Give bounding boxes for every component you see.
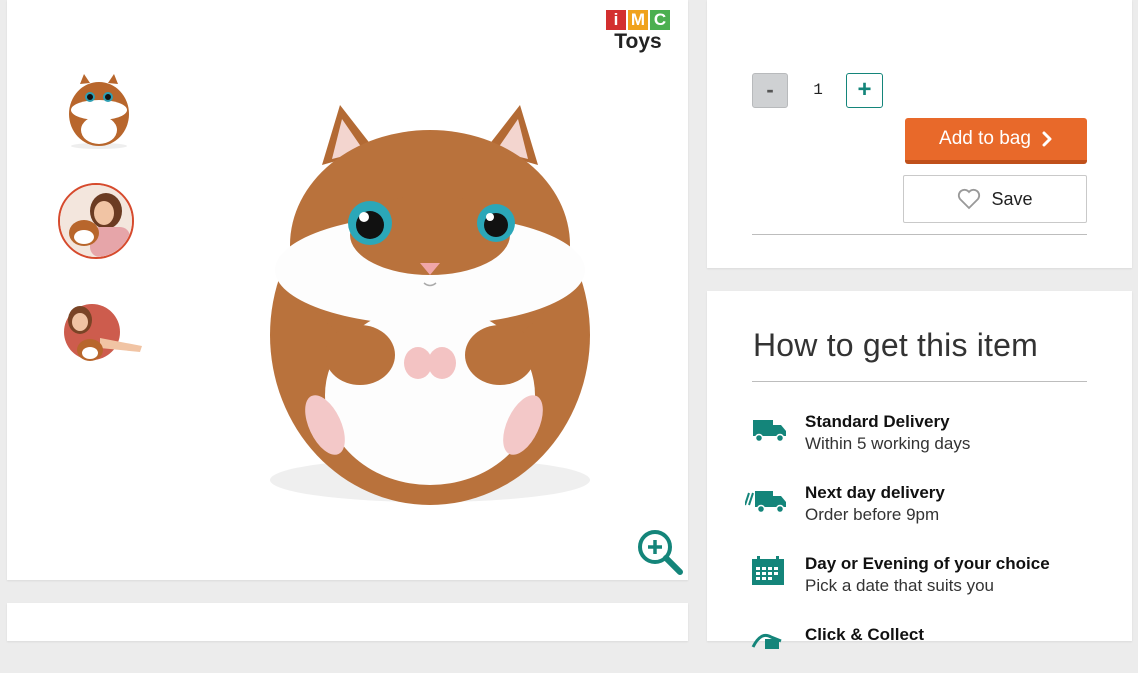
delivery-option-subtitle: Within 5 working days — [805, 434, 971, 453]
divider — [752, 381, 1087, 382]
girl-holding-hamster-thumbnail[interactable] — [58, 183, 134, 259]
delivery-option-next-day: Next day delivery Order before 9pm — [745, 483, 1105, 531]
heart-icon — [958, 188, 981, 210]
hamster-front-thumbnail[interactable] — [62, 70, 136, 150]
delivery-option-subtitle: Pick a date that suits you — [805, 576, 994, 595]
delivery-option-day-evening: Day or Evening of your choice Pick a dat… — [745, 554, 1105, 602]
quantity-value[interactable]: 1 — [800, 73, 836, 108]
girl-playing-hamster-thumbnail[interactable] — [60, 298, 148, 370]
product-details-panel — [7, 603, 688, 641]
brand-letter: i — [606, 10, 626, 30]
brand-letter: C — [650, 10, 670, 30]
zoom-in-icon[interactable] — [636, 528, 684, 576]
save-button[interactable]: Save — [903, 175, 1087, 223]
save-label: Save — [991, 188, 1033, 209]
calendar-icon — [752, 556, 784, 585]
truck-icon — [753, 420, 786, 443]
delivery-option-title: Next day delivery — [805, 483, 945, 502]
delivery-option-subtitle: Order before 9pm — [805, 505, 940, 524]
delivery-option-click-collect: Click & Collect — [745, 625, 1105, 673]
delivery-option-title: Day or Evening of your choice — [805, 554, 1050, 573]
quantity-decrease-button[interactable]: - — [752, 73, 788, 108]
delivery-option-title: Standard Delivery — [805, 412, 950, 431]
quantity-increase-button[interactable]: + — [846, 73, 883, 108]
brand-name: Toys — [614, 30, 662, 53]
delivery-option-title: Click & Collect — [805, 625, 925, 644]
brand-logo: i M C Toys — [603, 10, 673, 56]
chevron-right-icon — [1042, 131, 1052, 147]
click-collect-icon — [751, 633, 782, 649]
add-to-bag-label: Add to bag — [939, 128, 1031, 149]
fast-truck-icon — [745, 491, 786, 514]
brand-letter: M — [628, 10, 648, 30]
add-to-bag-button[interactable]: Add to bag — [905, 118, 1087, 164]
divider — [752, 234, 1087, 235]
main-product-image[interactable] — [240, 95, 620, 515]
delivery-option-standard: Standard Delivery Within 5 working days — [745, 412, 1105, 460]
delivery-section-title: How to get this item — [753, 327, 1038, 363]
